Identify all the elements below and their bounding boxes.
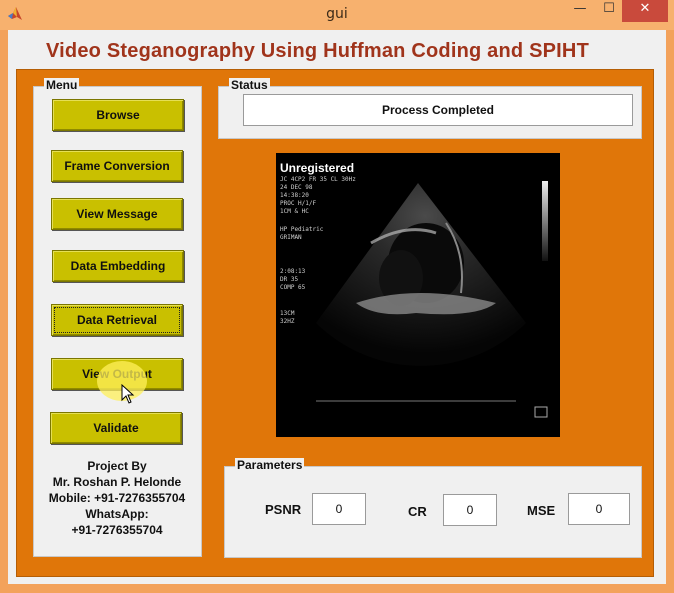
image-overlay-text: 32HZ: [280, 318, 295, 325]
window-titlebar: gui — ☐ ✕: [0, 0, 674, 30]
mse-label: MSE: [527, 503, 556, 518]
data-embedding-button[interactable]: Data Embedding: [52, 250, 184, 282]
status-text: Process Completed: [243, 94, 633, 126]
credits-author: Mr. Roshan P. Helonde: [52, 475, 182, 489]
cr-label: CR: [408, 504, 427, 519]
image-overlay-text: 1CM & HC: [280, 208, 309, 215]
image-overlay-text: 24 DEC 98: [280, 184, 313, 191]
image-overlay-text: PROC H/1/F: [280, 200, 317, 207]
mse-field[interactable]: 0: [568, 493, 630, 525]
image-overlay-text: GRIMAN: [280, 234, 302, 241]
maximize-icon: ☐: [603, 1, 615, 16]
data-retrieval-button[interactable]: Data Retrieval: [51, 304, 183, 336]
menu-label: Menu: [44, 78, 80, 92]
frame-conversion-button[interactable]: Frame Conversion: [51, 150, 183, 182]
image-overlay-text: COMP 65: [280, 284, 306, 291]
credits-line: WhatsApp:: [85, 507, 149, 521]
validate-button[interactable]: Validate: [50, 412, 182, 444]
minimize-icon: —: [573, 1, 587, 16]
browse-button[interactable]: Browse: [52, 99, 184, 131]
maximize-button[interactable]: ☐: [596, 0, 622, 22]
image-overlay-text: 14:38:20: [280, 192, 309, 199]
credits-mobile: Mobile: +91-7276355704: [48, 491, 186, 505]
image-overlay-text: JC 4CP2 FR 35 CL 30Hz: [280, 176, 356, 183]
status-label: Status: [229, 78, 270, 92]
ultrasound-frame-image: Unregistered JC 4CP2 FR 35 CL 30Hz 24 DE…: [276, 153, 560, 437]
credits: Project By Mr. Roshan P. Helonde Mobile:…: [34, 458, 200, 538]
mouse-pointer-icon: [121, 384, 135, 404]
cr-field[interactable]: 0: [443, 494, 497, 526]
minimize-button[interactable]: —: [567, 0, 593, 22]
credits-whatsapp: +91-7276355704: [71, 523, 163, 537]
image-watermark: Unregistered: [280, 161, 354, 175]
close-icon: ✕: [639, 1, 651, 16]
image-overlay-text: 2:08:13: [280, 268, 306, 275]
credits-line: Project By: [87, 459, 147, 473]
psnr-label: PSNR: [265, 502, 302, 517]
close-button[interactable]: ✕: [622, 0, 668, 22]
page-title: Video Steganography Using Huffman Coding…: [46, 40, 589, 62]
psnr-field[interactable]: 0: [312, 493, 366, 525]
parameters-label: Parameters: [235, 458, 305, 472]
image-overlay-text: 13CM: [280, 310, 295, 317]
view-message-button[interactable]: View Message: [51, 198, 183, 230]
image-overlay-text: DR 35: [280, 276, 298, 283]
image-overlay-text: HP Pediatric: [280, 226, 324, 233]
